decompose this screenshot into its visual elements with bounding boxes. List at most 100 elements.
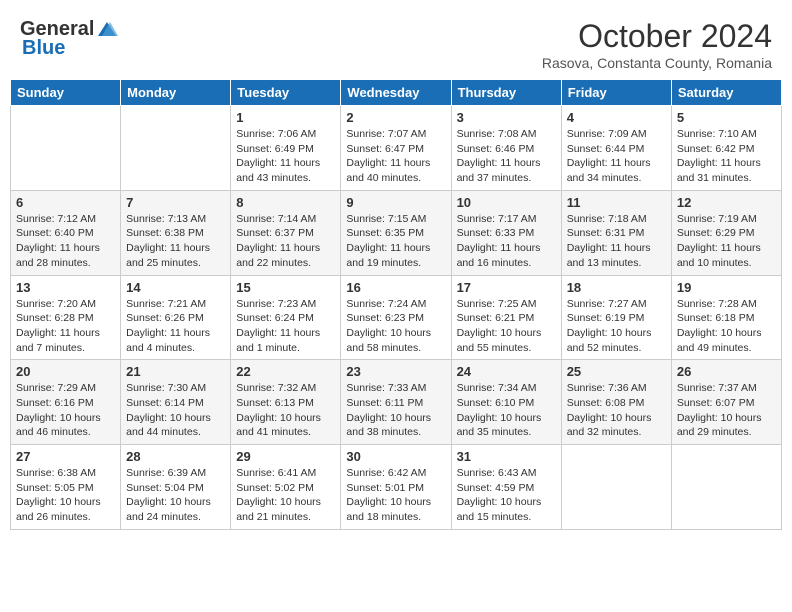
calendar-cell: 7 Sunrise: 7:13 AMSunset: 6:38 PMDaylight… <box>121 190 231 275</box>
day-number: 1 <box>236 110 335 125</box>
day-info: Sunrise: 7:18 AMSunset: 6:31 PMDaylight:… <box>567 212 666 271</box>
location: Rasova, Constanta County, Romania <box>542 55 772 71</box>
day-info: Sunrise: 6:43 AMSunset: 4:59 PMDaylight:… <box>457 466 556 525</box>
weekday-header-monday: Monday <box>121 80 231 106</box>
calendar-week-1: 1 Sunrise: 7:06 AMSunset: 6:49 PMDaylight… <box>11 106 782 191</box>
day-number: 5 <box>677 110 776 125</box>
calendar-week-4: 20 Sunrise: 7:29 AMSunset: 6:16 PMDayligh… <box>11 360 782 445</box>
day-number: 17 <box>457 280 556 295</box>
calendar-cell: 20 Sunrise: 7:29 AMSunset: 6:16 PMDayligh… <box>11 360 121 445</box>
day-info: Sunrise: 7:20 AMSunset: 6:28 PMDaylight:… <box>16 297 115 356</box>
logo-icon <box>96 20 118 40</box>
day-number: 6 <box>16 195 115 210</box>
weekday-header-row: SundayMondayTuesdayWednesdayThursdayFrid… <box>11 80 782 106</box>
calendar-cell: 26 Sunrise: 7:37 AMSunset: 6:07 PMDayligh… <box>671 360 781 445</box>
day-number: 9 <box>346 195 445 210</box>
day-info: Sunrise: 7:25 AMSunset: 6:21 PMDaylight:… <box>457 297 556 356</box>
day-number: 22 <box>236 364 335 379</box>
calendar-cell: 14 Sunrise: 7:21 AMSunset: 6:26 PMDayligh… <box>121 275 231 360</box>
day-number: 18 <box>567 280 666 295</box>
logo-blue: Blue <box>22 37 65 60</box>
day-info: Sunrise: 7:37 AMSunset: 6:07 PMDaylight:… <box>677 381 776 440</box>
day-number: 31 <box>457 449 556 464</box>
calendar-table: SundayMondayTuesdayWednesdayThursdayFrid… <box>10 79 782 530</box>
calendar-cell: 9 Sunrise: 7:15 AMSunset: 6:35 PMDaylight… <box>341 190 451 275</box>
calendar-cell: 21 Sunrise: 7:30 AMSunset: 6:14 PMDayligh… <box>121 360 231 445</box>
day-info: Sunrise: 7:23 AMSunset: 6:24 PMDaylight:… <box>236 297 335 356</box>
day-number: 10 <box>457 195 556 210</box>
day-info: Sunrise: 7:27 AMSunset: 6:19 PMDaylight:… <box>567 297 666 356</box>
day-number: 8 <box>236 195 335 210</box>
weekday-header-wednesday: Wednesday <box>341 80 451 106</box>
calendar-cell: 2Sunrise: 7:07 AMSunset: 6:47 PMDaylight… <box>341 106 451 191</box>
day-info: Sunrise: 7:29 AMSunset: 6:16 PMDaylight:… <box>16 381 115 440</box>
calendar-week-2: 6 Sunrise: 7:12 AMSunset: 6:40 PMDaylight… <box>11 190 782 275</box>
day-number: 21 <box>126 364 225 379</box>
day-info: Sunrise: 7:36 AMSunset: 6:08 PMDaylight:… <box>567 381 666 440</box>
day-info: Sunrise: 7:07 AMSunset: 6:47 PMDaylight:… <box>346 127 445 186</box>
day-info: Sunrise: 7:08 AMSunset: 6:46 PMDaylight:… <box>457 127 556 186</box>
calendar-week-3: 13 Sunrise: 7:20 AMSunset: 6:28 PMDayligh… <box>11 275 782 360</box>
day-number: 23 <box>346 364 445 379</box>
day-number: 16 <box>346 280 445 295</box>
calendar-cell <box>11 106 121 191</box>
day-info: Sunrise: 7:13 AMSunset: 6:38 PMDaylight:… <box>126 212 225 271</box>
calendar-cell: 12Sunrise: 7:19 AMSunset: 6:29 PMDayligh… <box>671 190 781 275</box>
day-number: 26 <box>677 364 776 379</box>
calendar-cell: 24 Sunrise: 7:34 AMSunset: 6:10 PMDayligh… <box>451 360 561 445</box>
day-info: Sunrise: 7:21 AMSunset: 6:26 PMDaylight:… <box>126 297 225 356</box>
day-info: Sunrise: 7:14 AMSunset: 6:37 PMDaylight:… <box>236 212 335 271</box>
day-number: 27 <box>16 449 115 464</box>
day-info: Sunrise: 7:32 AMSunset: 6:13 PMDaylight:… <box>236 381 335 440</box>
calendar-cell: 4 Sunrise: 7:09 AMSunset: 6:44 PMDaylight… <box>561 106 671 191</box>
calendar-cell: 5 Sunrise: 7:10 AMSunset: 6:42 PMDaylight… <box>671 106 781 191</box>
day-number: 25 <box>567 364 666 379</box>
day-number: 7 <box>126 195 225 210</box>
day-number: 4 <box>567 110 666 125</box>
day-info: Sunrise: 7:09 AMSunset: 6:44 PMDaylight:… <box>567 127 666 186</box>
day-number: 28 <box>126 449 225 464</box>
calendar-cell: 13 Sunrise: 7:20 AMSunset: 6:28 PMDayligh… <box>11 275 121 360</box>
calendar-cell: 31 Sunrise: 6:43 AMSunset: 4:59 PMDayligh… <box>451 445 561 530</box>
day-number: 20 <box>16 364 115 379</box>
day-number: 3 <box>457 110 556 125</box>
calendar-cell <box>671 445 781 530</box>
day-number: 12 <box>677 195 776 210</box>
day-number: 30 <box>346 449 445 464</box>
calendar-cell: 8 Sunrise: 7:14 AMSunset: 6:37 PMDaylight… <box>231 190 341 275</box>
weekday-header-tuesday: Tuesday <box>231 80 341 106</box>
calendar-cell: 1 Sunrise: 7:06 AMSunset: 6:49 PMDaylight… <box>231 106 341 191</box>
day-number: 15 <box>236 280 335 295</box>
day-number: 11 <box>567 195 666 210</box>
logo: General Blue <box>20 18 120 60</box>
day-number: 29 <box>236 449 335 464</box>
calendar-cell: 6 Sunrise: 7:12 AMSunset: 6:40 PMDaylight… <box>11 190 121 275</box>
day-info: Sunrise: 7:34 AMSunset: 6:10 PMDaylight:… <box>457 381 556 440</box>
calendar-cell: 19Sunrise: 7:28 AMSunset: 6:18 PMDayligh… <box>671 275 781 360</box>
calendar-cell: 16 Sunrise: 7:24 AMSunset: 6:23 PMDayligh… <box>341 275 451 360</box>
day-info: Sunrise: 6:42 AMSunset: 5:01 PMDaylight:… <box>346 466 445 525</box>
day-info: Sunrise: 7:15 AMSunset: 6:35 PMDaylight:… <box>346 212 445 271</box>
day-number: 14 <box>126 280 225 295</box>
day-info: Sunrise: 7:17 AMSunset: 6:33 PMDaylight:… <box>457 212 556 271</box>
calendar-cell: 28Sunrise: 6:39 AMSunset: 5:04 PMDayligh… <box>121 445 231 530</box>
day-info: Sunrise: 7:24 AMSunset: 6:23 PMDaylight:… <box>346 297 445 356</box>
weekday-header-thursday: Thursday <box>451 80 561 106</box>
calendar-cell: 17 Sunrise: 7:25 AMSunset: 6:21 PMDayligh… <box>451 275 561 360</box>
title-section: October 2024 Rasova, Constanta County, R… <box>542 18 772 71</box>
calendar-cell: 22 Sunrise: 7:32 AMSunset: 6:13 PMDayligh… <box>231 360 341 445</box>
day-info: Sunrise: 7:30 AMSunset: 6:14 PMDaylight:… <box>126 381 225 440</box>
page-header: General Blue October 2024 Rasova, Consta… <box>10 10 782 75</box>
day-info: Sunrise: 6:38 AMSunset: 5:05 PMDaylight:… <box>16 466 115 525</box>
calendar-cell: 3 Sunrise: 7:08 AMSunset: 6:46 PMDaylight… <box>451 106 561 191</box>
calendar-cell: 10 Sunrise: 7:17 AMSunset: 6:33 PMDayligh… <box>451 190 561 275</box>
day-number: 24 <box>457 364 556 379</box>
day-info: Sunrise: 7:12 AMSunset: 6:40 PMDaylight:… <box>16 212 115 271</box>
day-info: Sunrise: 7:10 AMSunset: 6:42 PMDaylight:… <box>677 127 776 186</box>
day-info: Sunrise: 7:06 AMSunset: 6:49 PMDaylight:… <box>236 127 335 186</box>
day-info: Sunrise: 6:41 AMSunset: 5:02 PMDaylight:… <box>236 466 335 525</box>
calendar-cell <box>121 106 231 191</box>
day-number: 13 <box>16 280 115 295</box>
calendar-cell: 25 Sunrise: 7:36 AMSunset: 6:08 PMDayligh… <box>561 360 671 445</box>
calendar-cell: 29 Sunrise: 6:41 AMSunset: 5:02 PMDayligh… <box>231 445 341 530</box>
